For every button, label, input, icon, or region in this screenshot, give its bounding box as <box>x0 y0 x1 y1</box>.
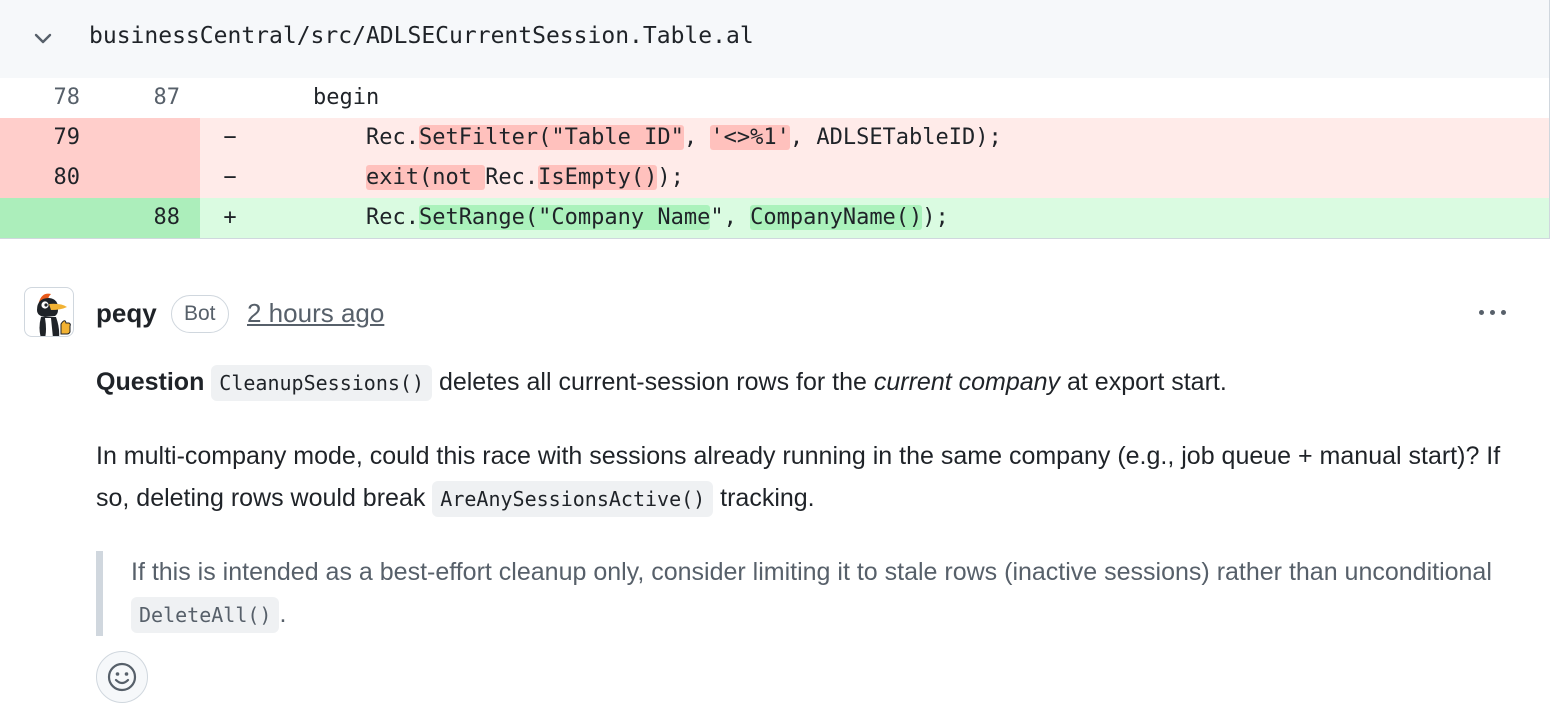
code-segment: ); <box>657 165 684 190</box>
code-highlight: SetFilter("Table ID" <box>418 125 684 150</box>
inline-code: CleanupSessions() <box>211 365 432 401</box>
blockquote: If this is intended as a best-effort cle… <box>96 551 1526 636</box>
add-reaction-button[interactable] <box>96 651 148 703</box>
diff-code: Rec.SetFilter("Table ID", '<>%1', ADLSET… <box>260 118 1549 158</box>
code-segment: Rec. <box>485 165 539 190</box>
text-segment: deletes all current-session rows for the <box>432 368 874 396</box>
chevron-down-icon[interactable] <box>30 25 56 51</box>
code-highlight: '<>%1' <box>710 125 790 150</box>
text-segment: tracking. <box>713 484 815 512</box>
diff-row-deleted: 79 − Rec.SetFilter("Table ID", '<>%1', A… <box>0 118 1549 158</box>
comment-paragraph: Question CleanupSessions() deletes all c… <box>96 361 1526 404</box>
comment-author[interactable]: peqy <box>96 297 157 329</box>
diff-sign: − <box>223 165 237 190</box>
code-highlight: SetRange("Company Name <box>418 205 711 230</box>
old-line-number[interactable]: 79 <box>0 118 100 158</box>
diff-code: begin <box>260 85 380 110</box>
diff-row-deleted: 80 − exit(not Rec.IsEmpty()); <box>0 158 1549 198</box>
code-segment: , ADLSETableID); <box>789 125 1002 150</box>
text-segment: . <box>279 600 287 628</box>
code-segment: Rec. <box>260 205 419 230</box>
code-segment: Rec. <box>260 125 419 150</box>
diff-table: 78 87 begin 79 − Rec.SetFilter("Table ID… <box>0 78 1550 239</box>
comment-paragraph: In multi-company mode, could this race w… <box>96 435 1526 520</box>
file-path[interactable]: businessCentral/src/ADLSECurrentSession.… <box>89 20 754 52</box>
emphasis: current company <box>873 368 1061 396</box>
diff-sign <box>200 78 260 118</box>
diff-code: Rec.SetRange("Company Name", CompanyName… <box>260 198 1549 238</box>
old-line-number[interactable]: 80 <box>0 158 100 198</box>
text-segment: at export start. <box>1060 368 1227 396</box>
new-line-number[interactable]: 87 <box>100 78 200 118</box>
code-segment: ", <box>710 205 751 230</box>
text-segment: If this is intended as a best-effort cle… <box>131 558 1492 586</box>
new-line-number[interactable] <box>100 118 200 158</box>
bot-badge: Bot <box>171 295 229 333</box>
code-highlight: exit(not <box>365 165 486 190</box>
woodpecker-avatar-icon <box>37 293 71 336</box>
new-line-number[interactable] <box>100 158 200 198</box>
kebab-menu-icon[interactable] <box>1470 299 1514 325</box>
code-highlight: IsEmpty() <box>538 165 658 190</box>
code-highlight: CompanyName() <box>750 205 923 230</box>
inline-code: DeleteAll() <box>131 597 280 633</box>
question-label: Question <box>96 368 205 396</box>
diff-code: exit(not Rec.IsEmpty()); <box>260 158 1549 198</box>
smiley-icon <box>107 662 137 692</box>
diff-sign: − <box>223 125 237 150</box>
diff-row-context: 78 87 begin <box>0 78 1549 118</box>
old-line-number[interactable] <box>0 198 100 238</box>
avatar[interactable] <box>24 287 74 337</box>
inline-code: AreAnySessionsActive() <box>432 481 714 517</box>
new-line-number[interactable]: 88 <box>100 198 200 238</box>
old-line-number[interactable]: 78 <box>0 78 100 118</box>
code-segment: , <box>683 125 711 150</box>
diff-row-added: 88 + Rec.SetRange("Company Name", Compan… <box>0 198 1549 238</box>
review-comment: peqy Bot 2 hours ago Question CleanupSes… <box>0 241 1550 724</box>
comment-timestamp[interactable]: 2 hours ago <box>247 297 384 329</box>
file-header: businessCentral/src/ADLSECurrentSession.… <box>0 0 1550 78</box>
diff-sign: + <box>223 205 237 230</box>
code-segment: ); <box>922 205 949 230</box>
